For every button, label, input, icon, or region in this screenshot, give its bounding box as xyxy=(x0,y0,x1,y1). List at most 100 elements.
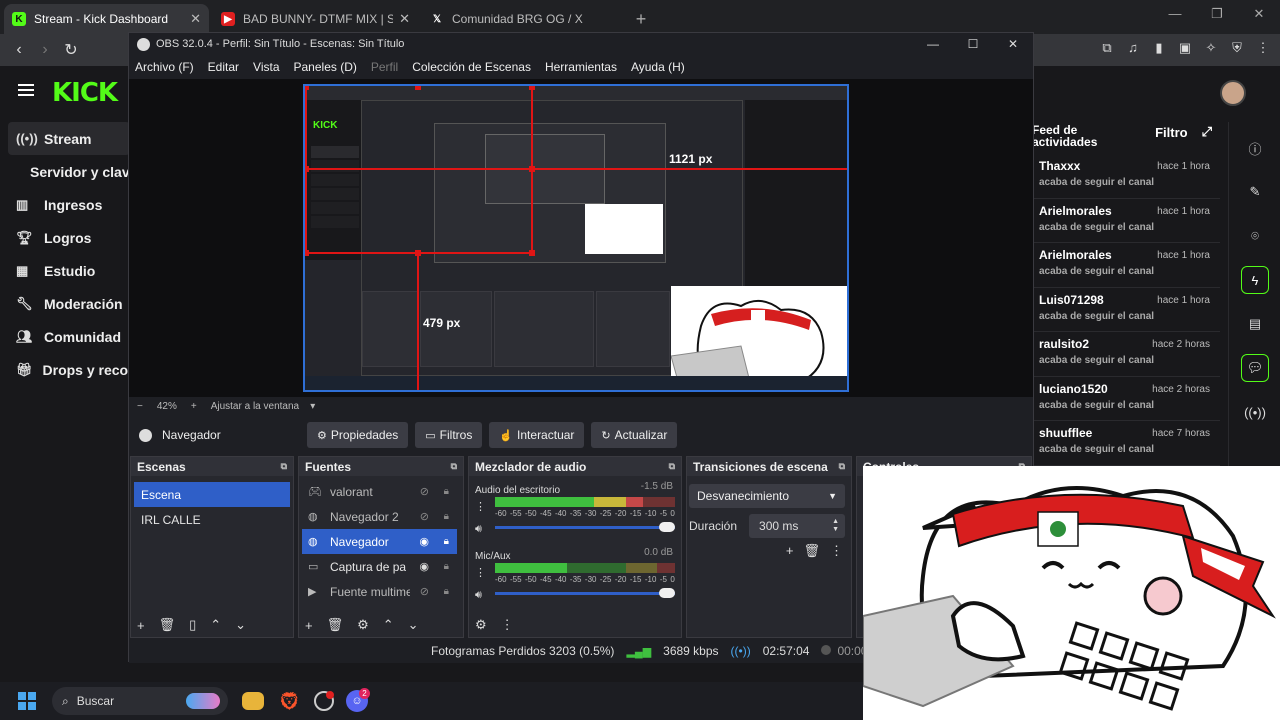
brave-icon[interactable]: 🦁︎ xyxy=(276,688,302,714)
menu-ayuda[interactable]: Ayuda (H) xyxy=(631,60,685,74)
feed-item[interactable]: raulsito2 hace 2 horas acaba de seguir el … xyxy=(1030,332,1220,377)
ai-icon[interactable]: ✧ xyxy=(1202,40,1220,58)
feed-item[interactable]: Arielmorales hace 1 hora acaba de seguir e… xyxy=(1030,199,1220,243)
menu-herramientas[interactable]: Herramientas xyxy=(545,60,617,74)
minimize-icon[interactable]: — xyxy=(1154,6,1196,22)
trash-icon[interactable]: 🗑︎ xyxy=(159,617,176,633)
resize-handle[interactable] xyxy=(415,86,421,90)
back-icon[interactable]: ‹ xyxy=(6,41,32,59)
forward-icon[interactable]: › xyxy=(32,41,58,59)
menu-editar[interactable]: Editar xyxy=(208,60,239,74)
avatar[interactable] xyxy=(1220,80,1246,106)
screenshot-icon[interactable]: ⧉ xyxy=(1098,40,1116,58)
expand-icon[interactable]: ⤢ xyxy=(1202,124,1212,140)
discord-icon[interactable]: ☺ 2 xyxy=(346,688,370,712)
menu-coleccion[interactable]: Colección de Escenas xyxy=(412,60,531,74)
down-icon[interactable]: ⌄ xyxy=(235,617,246,633)
sidebar-item-stream[interactable]: ((•)) Stream xyxy=(8,122,130,155)
gear-icon[interactable]: ⚙ xyxy=(475,617,487,633)
down-icon[interactable]: ⌄ xyxy=(408,617,419,633)
popout-icon[interactable]: ⧉ xyxy=(839,461,845,472)
eye-hidden-icon[interactable]: ⊘ xyxy=(420,510,429,523)
kebab-icon[interactable]: ⋮ xyxy=(475,496,486,518)
tab-youtube[interactable]: ▶ BAD BUNNY- DTMF MIX | STACIO ✕ xyxy=(213,4,418,34)
source-item-captura[interactable]: ▭ Captura de pantalla ◉ 🔒︎ xyxy=(302,554,457,579)
volume-slider[interactable] xyxy=(495,588,675,598)
sidebar-item-drops[interactable]: 🎁︎ Drops y recompensas xyxy=(0,353,130,386)
popout-icon[interactable]: ⧉ xyxy=(451,461,457,472)
feed-item[interactable]: Luis071298 hace 1 hora acaba de seguir el … xyxy=(1030,288,1220,332)
resize-handle[interactable] xyxy=(305,86,309,90)
trash-icon[interactable]: 🗑︎ xyxy=(327,617,344,633)
properties-button[interactable]: ⚙ Propiedades xyxy=(307,422,409,448)
minimize-icon[interactable]: — xyxy=(913,33,953,55)
close-icon[interactable]: ✕ xyxy=(399,11,410,27)
lightning-icon[interactable]: ϟ xyxy=(1229,258,1280,302)
sidebar-item-estudio[interactable]: ▦ Estudio xyxy=(0,254,130,287)
kebab-icon[interactable]: ⋮ xyxy=(501,617,514,633)
sidebar-icon[interactable]: ▮ xyxy=(1150,40,1168,58)
preview-canvas[interactable]: KICK 1121 px 479 px xyxy=(303,84,849,392)
source-item-multimedia[interactable]: ▶ Fuente multimedia ⊘ 🔒︎ xyxy=(302,579,457,604)
up-icon[interactable]: ⌃ xyxy=(383,617,394,633)
shield-icon[interactable]: ⛨ xyxy=(1228,40,1246,58)
menu-icon[interactable]: ⋮ xyxy=(1254,40,1272,58)
zoom-out-button[interactable]: − xyxy=(137,401,143,412)
resize-handle[interactable] xyxy=(305,250,309,256)
volume-slider[interactable] xyxy=(495,522,675,532)
kebab-icon[interactable]: ⋮ xyxy=(830,543,843,559)
maximize-icon[interactable]: ☐ xyxy=(953,33,993,55)
source-item-navegador[interactable]: ◍ Navegador ◉ 🔒︎ xyxy=(302,529,457,554)
scene-item[interactable]: IRL CALLE xyxy=(134,507,290,532)
kebab-icon[interactable]: ⋮ xyxy=(475,562,486,584)
menu-archivo[interactable]: Archivo (F) xyxy=(135,60,194,74)
sidebar-item-moderacion[interactable]: 🔧︎ Moderación xyxy=(0,287,130,320)
hamburger-icon[interactable] xyxy=(18,84,34,96)
popout-icon[interactable]: ⧉ xyxy=(281,461,287,472)
menu-paneles[interactable]: Paneles (D) xyxy=(294,60,357,74)
lock-icon[interactable]: 🔒︎ xyxy=(444,586,449,597)
restore-icon[interactable]: ❐ xyxy=(1196,6,1238,22)
notes-icon[interactable]: ▤ xyxy=(1229,302,1280,346)
zoom-in-button[interactable]: + xyxy=(191,401,197,412)
feed-item[interactable]: luciano1520 hace 2 horas acaba de seguir e… xyxy=(1030,377,1220,421)
lock-icon[interactable]: 🔒︎ xyxy=(444,511,449,522)
tab-kick-dashboard[interactable]: K Stream - Kick Dashboard ✕ xyxy=(4,4,209,34)
speaker-icon[interactable]: 🔊︎ xyxy=(475,584,486,606)
sidebar-item-servidor[interactable]: Servidor y clave xyxy=(0,155,130,188)
chat-icon[interactable]: 💬︎ xyxy=(1229,346,1280,390)
info-icon[interactable]: ⓘ xyxy=(1229,126,1280,170)
up-icon[interactable]: ⌃ xyxy=(210,617,221,633)
gear-icon[interactable]: ⚙ xyxy=(357,617,369,633)
lock-icon[interactable]: 🔒︎ xyxy=(444,486,449,497)
new-tab-button[interactable]: + xyxy=(627,4,655,34)
feed-item[interactable]: shuufflee hace 7 horas acaba de seguir el … xyxy=(1030,421,1220,466)
sidebar-item-comunidad[interactable]: 👥︎ Comunidad xyxy=(0,320,130,353)
menu-vista[interactable]: Vista xyxy=(253,60,279,74)
feed-item[interactable]: Arielmorales hace 1 hora acaba de seguir e… xyxy=(1030,243,1220,288)
resize-handle[interactable] xyxy=(305,166,309,172)
resize-handle[interactable] xyxy=(529,166,535,172)
feed-filter-button[interactable]: Filtro ⤢ xyxy=(1155,124,1212,140)
filters-button[interactable]: ▭ Filtros xyxy=(415,422,483,448)
folder-icon[interactable] xyxy=(242,692,264,710)
filter-icon[interactable]: ▯ xyxy=(189,617,196,633)
close-icon[interactable]: ✕ xyxy=(993,33,1033,55)
taskbar-search[interactable]: ⌕ Buscar xyxy=(52,687,228,715)
zoom-fit-select[interactable]: Ajustar a la ventana ▾ xyxy=(211,401,316,412)
eye-hidden-icon[interactable]: ⊘ xyxy=(420,485,429,498)
scene-item[interactable]: Escena xyxy=(134,482,290,507)
obs-preview[interactable]: KICK 1121 px 479 px xyxy=(129,79,1033,397)
close-icon[interactable]: ✕ xyxy=(1238,6,1280,22)
add-icon[interactable]: + xyxy=(786,543,794,559)
duration-stepper[interactable]: 300 ms ▲ ▼ xyxy=(749,514,845,538)
popout-icon[interactable]: ⧉ xyxy=(669,461,675,472)
add-icon[interactable]: + xyxy=(305,618,313,633)
eye-hidden-icon[interactable]: ⊘ xyxy=(420,585,429,598)
transition-select[interactable]: Desvanecimiento ▼ xyxy=(689,484,845,508)
edit-icon[interactable]: ✎ xyxy=(1229,170,1280,214)
resize-handle[interactable] xyxy=(415,250,421,256)
resize-handle[interactable] xyxy=(529,86,535,90)
feed-item[interactable]: Thaxxx hace 1 hora acaba de seguir el cana… xyxy=(1030,154,1220,199)
refresh-button[interactable]: ↻ Actualizar xyxy=(591,422,678,448)
